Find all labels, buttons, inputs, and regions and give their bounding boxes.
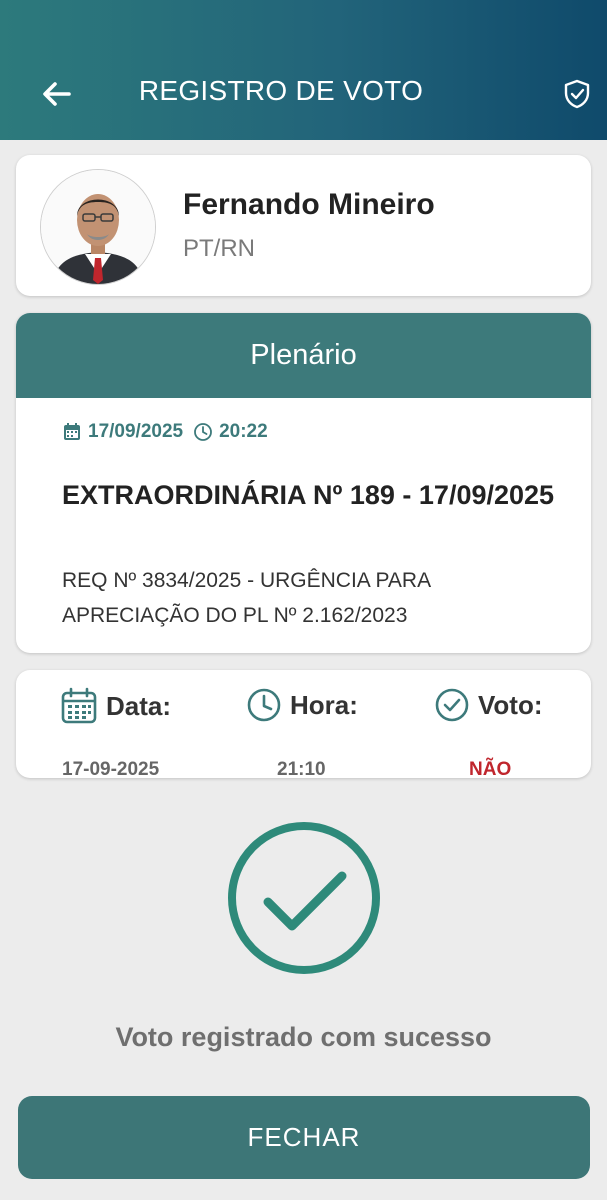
vote-date-label: Data:: [106, 690, 172, 721]
close-button[interactable]: FECHAR: [18, 1096, 590, 1179]
session-time: 20:22: [219, 421, 268, 442]
vote-date-block: Data: 17-09-2025: [60, 687, 172, 780]
session-datetime: 17/09/2025 20:22: [62, 421, 268, 443]
vote-choice-value: NÃO: [469, 759, 512, 780]
vote-time-block: Hora: 21:10: [246, 687, 358, 780]
session-card: Plenário 17/09/2025 20:22 EXTRAORDINÁRIA…: [16, 313, 591, 653]
check-circle-icon: [435, 688, 469, 722]
profile-card: Fernando Mineiro PT/RN: [16, 155, 591, 296]
profile-name: Fernando Mineiro: [183, 188, 435, 221]
top-app-bar: REGISTRO DE VOTO: [0, 0, 607, 140]
vote-choice-block: Voto: NÃO: [434, 687, 543, 780]
session-header: Plenário: [16, 313, 591, 398]
calendar-icon: [61, 687, 97, 724]
vote-info-card: Data: 17-09-2025 Hora: 21:10 Voto: NÃO: [16, 670, 591, 780]
clock-icon: [247, 688, 281, 722]
vote-date-value: 17-09-2025: [62, 759, 160, 780]
clock-icon: [194, 423, 212, 441]
shield-button[interactable]: [561, 78, 593, 110]
success-check-icon: [228, 822, 380, 974]
session-date: 17/09/2025: [88, 421, 184, 442]
profile-party: PT/RN: [183, 235, 255, 262]
avatar: [40, 169, 156, 285]
page-title: REGISTRO DE VOTO: [138, 75, 424, 106]
calendar-icon: [64, 423, 80, 440]
session-description: REQ Nº 3834/2025 - URGÊNCIA PARA APRECIA…: [62, 569, 430, 627]
session-title: EXTRAORDINÁRIA Nº 189 - 17/09/2025: [62, 480, 555, 510]
vote-time-label: Hora:: [290, 689, 358, 720]
vote-choice-label: Voto:: [478, 689, 543, 720]
vote-time-value: 21:10: [277, 759, 326, 780]
success-message: Voto registrado com sucesso: [115, 1022, 492, 1052]
shield-check-icon: [564, 79, 590, 109]
